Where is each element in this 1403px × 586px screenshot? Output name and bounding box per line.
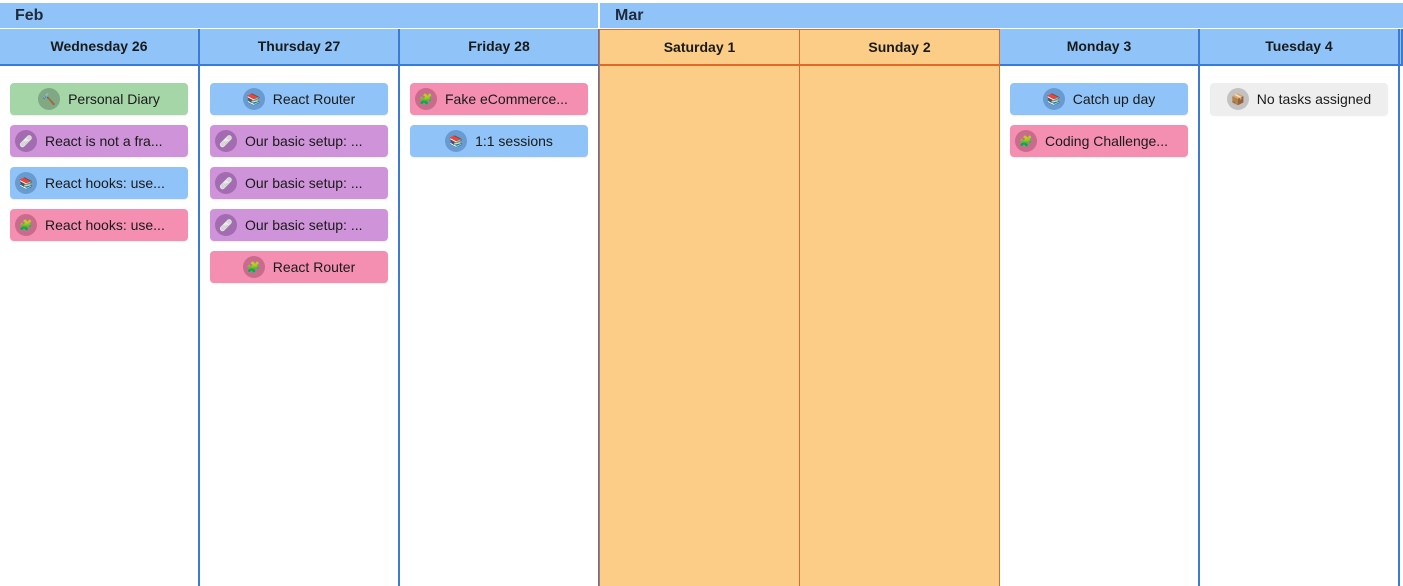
day-header-tue: Tuesday 4 [1200,29,1400,66]
task-label: 1:1 sessions [475,133,553,149]
task-card[interactable]: 📦 No tasks assigned [1210,83,1388,115]
bandage-icon: 🩹 [15,130,37,152]
books-icon: 📚 [15,172,37,194]
day-header-fri: Friday 28 [400,29,600,66]
task-card[interactable]: 🧩 Coding Challenge... [1010,125,1188,157]
bandage-icon: 🩹 [215,214,237,236]
day-column-sun[interactable] [799,66,1000,586]
task-card[interactable]: 🧩 React Router [210,251,388,283]
day-column-mon[interactable]: 📚 Catch up day 🧩 Coding Challenge... [1000,66,1200,586]
puzzle-icon: 🧩 [415,88,437,110]
puzzle-icon: 🧩 [1015,130,1037,152]
box-icon: 📦 [1226,88,1249,110]
task-card[interactable]: 📚 React Router [210,83,388,115]
task-label: Coding Challenge... [1045,133,1168,149]
task-label: No tasks assigned [1256,91,1372,107]
task-card[interactable]: 📚 1:1 sessions [410,125,588,157]
task-label: Our basic setup: ... [245,133,363,149]
task-card[interactable]: 🩹 Our basic setup: ... [210,167,388,199]
month-row: Feb Mar [0,0,1403,29]
day-header-thu: Thursday 27 [200,29,400,66]
task-label: Fake eCommerce... [445,91,568,107]
month-label-mar: Mar [600,3,1403,28]
day-header-sat: Saturday 1 [599,29,800,66]
task-label: Our basic setup: ... [245,175,363,191]
day-header-mon: Monday 3 [1000,29,1200,66]
month-label-feb: Feb [0,3,598,28]
task-label: Our basic setup: ... [245,217,363,233]
task-card[interactable]: 📚 React hooks: use... [10,167,188,199]
task-label: React hooks: use... [45,175,165,191]
day-column-tue[interactable]: 📦 No tasks assigned [1200,66,1400,586]
day-column-thu[interactable]: 📚 React Router 🩹 Our basic setup: ... 🩹 … [200,66,400,586]
bandage-icon: 🩹 [215,130,237,152]
books-icon: 📚 [445,130,468,152]
bandage-icon: 🩹 [215,172,237,194]
day-column-fri[interactable]: 🧩 Fake eCommerce... 📚 1:1 sessions [400,66,600,586]
task-label: React hooks: use... [45,217,165,233]
books-icon: 📚 [1042,88,1065,110]
task-label: React Router [272,91,356,107]
task-label: React Router [272,259,356,275]
task-card[interactable]: 🩹 React is not a fra... [10,125,188,157]
puzzle-icon: 🧩 [15,214,37,236]
task-card[interactable]: 🧩 React hooks: use... [10,209,188,241]
task-card[interactable]: 🔨 Personal Diary [10,83,188,115]
task-card[interactable]: 📚 Catch up day [1010,83,1188,115]
books-icon: 📚 [242,88,265,110]
day-column-wed[interactable]: 🔨 Personal Diary 🩹 React is not a fra...… [0,66,200,586]
day-header-wed: Wednesday 26 [0,29,200,66]
puzzle-icon: 🧩 [242,256,265,278]
task-card[interactable]: 🩹 Our basic setup: ... [210,209,388,241]
day-header-sun: Sunday 2 [799,29,1000,66]
task-label: Catch up day [1072,91,1156,107]
hammer-icon: 🔨 [38,88,61,110]
day-column-sat[interactable] [599,66,800,586]
task-label: Personal Diary [68,91,160,107]
task-card[interactable]: 🩹 Our basic setup: ... [210,125,388,157]
task-card[interactable]: 🧩 Fake eCommerce... [410,83,588,115]
task-label: React is not a fra... [45,133,163,149]
